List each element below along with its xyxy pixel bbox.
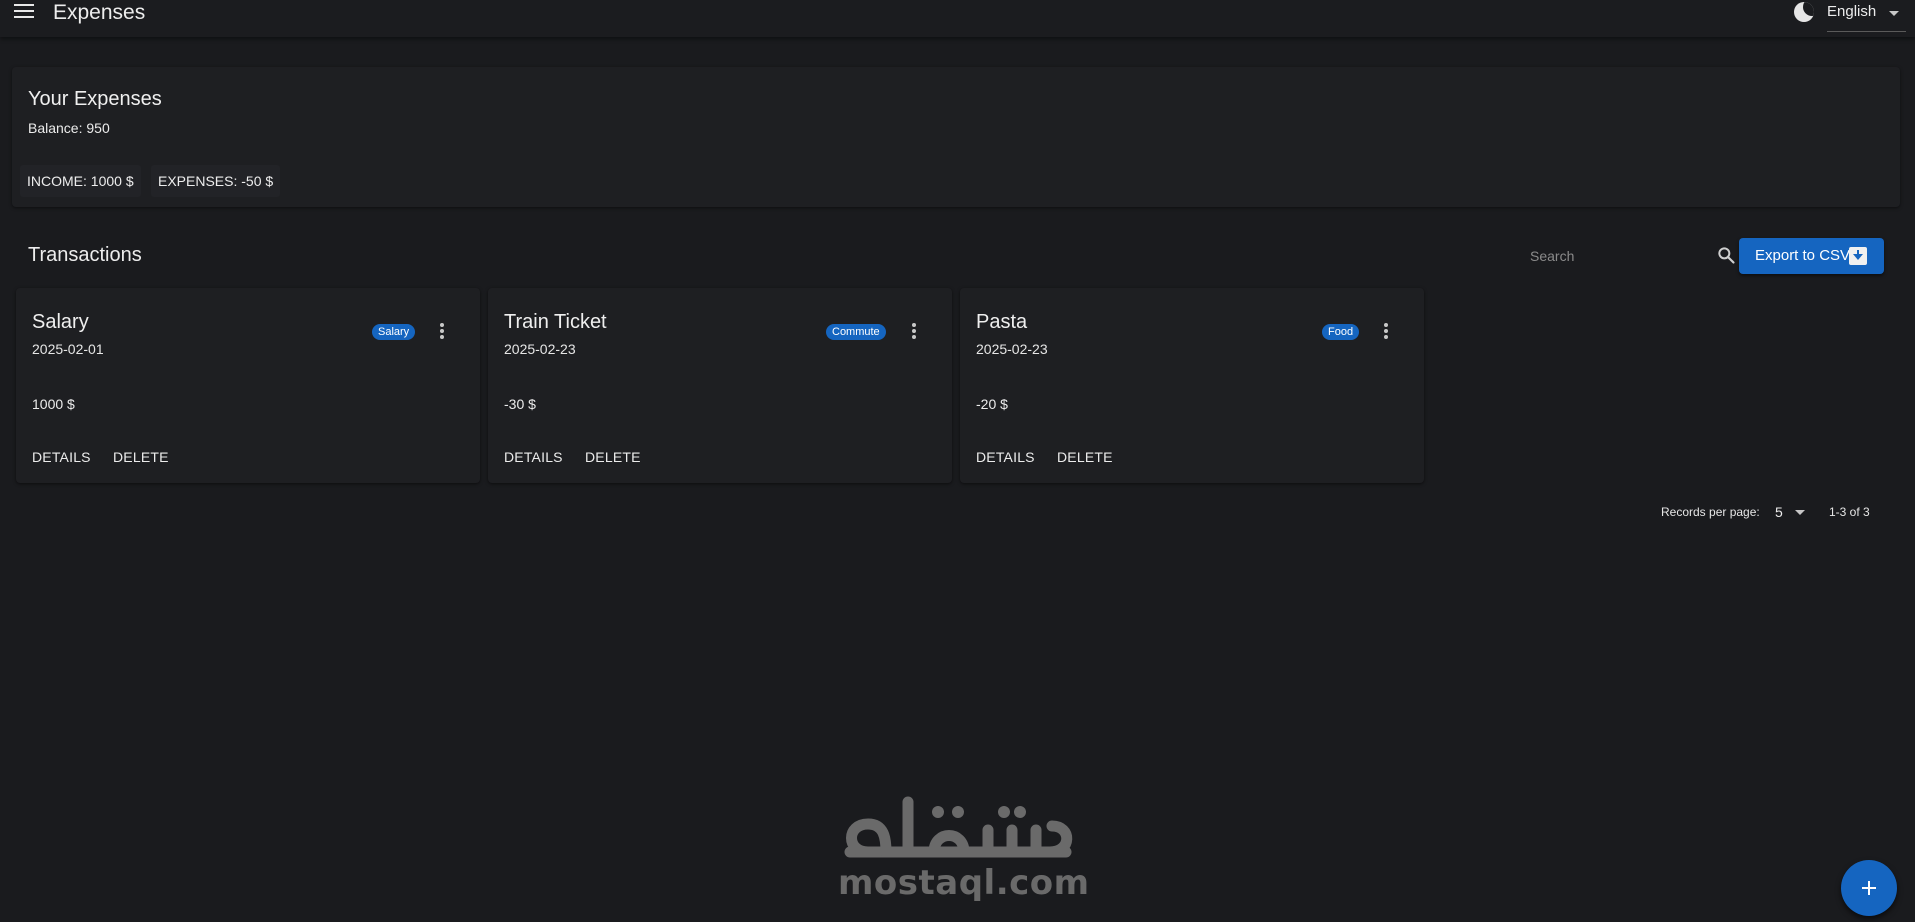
transaction-card: Salary 2025-02-01 Salary 1000 $ DETAILS … — [16, 288, 480, 483]
records-per-page-value: 5 — [1775, 504, 1783, 520]
watermark-logo: mostaql.com — [838, 792, 1090, 903]
transaction-name: Salary — [32, 311, 89, 333]
balance-text: Balance: 950 — [28, 120, 110, 136]
dark-mode-moon-icon[interactable] — [1794, 2, 1814, 22]
language-value: English — [1827, 3, 1877, 20]
delete-button[interactable]: DELETE — [585, 449, 641, 465]
add-transaction-button[interactable] — [1841, 860, 1897, 916]
search-input[interactable] — [1530, 244, 1705, 268]
language-select[interactable]: English — [1827, 2, 1906, 32]
more-options-icon[interactable] — [907, 323, 921, 343]
more-options-icon[interactable] — [1379, 323, 1393, 343]
summary-card: Your Expenses Balance: 950 INCOME: 1000 … — [12, 67, 1900, 207]
records-per-page-select[interactable]: 5 — [1772, 501, 1810, 523]
details-button[interactable]: DETAILS — [976, 449, 1035, 465]
category-badge: Commute — [826, 324, 886, 340]
category-badge: Food — [1322, 324, 1360, 340]
pagination-range: 1-3 of 3 — [1829, 505, 1870, 519]
watermark-text: mostaql.com — [838, 863, 1090, 903]
delete-button[interactable]: DELETE — [1057, 449, 1113, 465]
details-button[interactable]: DETAILS — [504, 449, 563, 465]
income-chip: INCOME: 1000 $ — [20, 165, 141, 197]
more-options-icon[interactable] — [435, 323, 449, 343]
summary-title: Your Expenses — [28, 88, 162, 110]
search-icon[interactable] — [1716, 245, 1736, 265]
transaction-card: Train Ticket 2025-02-23 Commute -30 $ DE… — [488, 288, 952, 483]
transaction-name: Train Ticket — [504, 311, 607, 333]
transaction-amount: 1000 $ — [32, 396, 75, 412]
transaction-date: 2025-02-23 — [504, 341, 576, 357]
transaction-amount: -30 $ — [504, 396, 536, 412]
app-bar: Expenses English — [0, 0, 1915, 37]
transaction-name: Pasta — [976, 311, 1028, 333]
transaction-date: 2025-02-01 — [32, 341, 104, 357]
app-title: Expenses — [53, 1, 146, 24]
chevron-down-icon — [1795, 510, 1805, 515]
delete-button[interactable]: DELETE — [113, 449, 169, 465]
transaction-amount: -20 $ — [976, 396, 1008, 412]
records-per-page-label: Records per page: — [1661, 505, 1760, 519]
hamburger-menu-icon[interactable] — [14, 4, 34, 20]
export-csv-button[interactable]: Export to CSV — [1739, 238, 1884, 274]
export-csv-label: Export to CSV — [1755, 247, 1851, 264]
details-button[interactable]: DETAILS — [32, 449, 91, 465]
category-badge: Salary — [372, 324, 416, 340]
chevron-down-icon — [1889, 11, 1899, 16]
watermark-arabic-logotype — [844, 796, 1073, 858]
expenses-chip: EXPENSES: -50 $ — [151, 165, 281, 197]
download-icon — [1849, 247, 1867, 265]
transaction-card: Pasta 2025-02-23 Food -20 $ DETAILS DELE… — [960, 288, 1424, 483]
transactions-title: Transactions — [28, 244, 142, 266]
transaction-date: 2025-02-23 — [976, 341, 1048, 357]
